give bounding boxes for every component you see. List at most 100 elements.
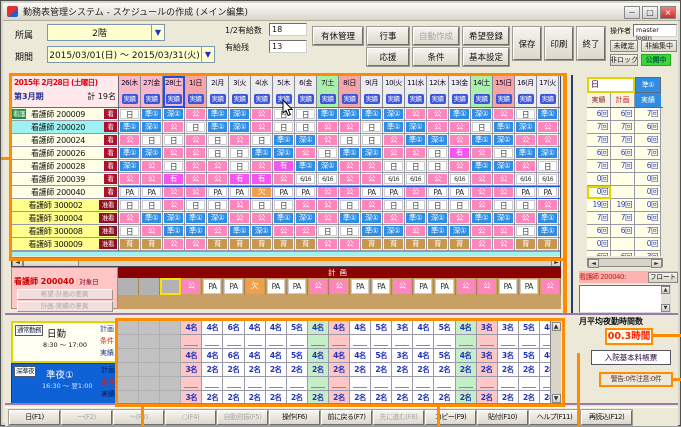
shift-cell[interactable]: 深① <box>537 147 559 160</box>
shift-cell[interactable]: 日 <box>449 199 471 212</box>
shift-cell[interactable]: 深① <box>141 147 163 160</box>
staff-row-label[interactable]: 看護師 200040 看 <box>12 186 119 199</box>
shift-cell[interactable]: 公 <box>493 108 515 121</box>
shift-cell[interactable]: 日 <box>251 134 273 147</box>
date-column-header[interactable]: 3(火 実績 <box>229 76 251 108</box>
shift-cell[interactable]: 公 <box>515 212 537 225</box>
shift-cell[interactable]: 公 <box>207 225 229 238</box>
hospital-report-button[interactable]: 入院基本料帳票 <box>591 350 671 365</box>
shift-cell[interactable]: PA <box>427 186 449 199</box>
fn-button[interactable]: 貼付(F10) <box>477 409 528 425</box>
plan-cell[interactable]: 公 <box>477 278 498 295</box>
shift-cell[interactable]: 育 <box>251 238 273 251</box>
shift-cell[interactable]: 深① <box>427 212 449 225</box>
status-not-editing[interactable]: 非編集中 <box>641 40 677 52</box>
shift-cell[interactable]: 育 <box>449 238 471 251</box>
paid-mgmt-button[interactable]: 有休管理 <box>313 27 363 45</box>
shift-cell[interactable]: 6/16 <box>317 173 339 186</box>
shift-cell[interactable]: 公 <box>295 199 317 212</box>
shift-cell[interactable]: 有 <box>449 147 471 160</box>
staff-row-label[interactable]: 看護師 200024 看 <box>12 134 119 147</box>
shift-cell[interactable]: 準① <box>383 121 405 134</box>
plan-cell[interactable] <box>118 278 140 295</box>
shift-cell[interactable]: 日 <box>383 199 405 212</box>
shift-cell[interactable]: 公 <box>427 173 449 186</box>
shift-cell[interactable]: 公 <box>207 173 229 186</box>
shift-cell[interactable]: 深① <box>163 212 185 225</box>
chevron-down-icon[interactable]: ▼ <box>201 47 214 62</box>
panel-splitter[interactable] <box>571 75 573 313</box>
shift-cell[interactable]: 準① <box>163 225 185 238</box>
period-dropdown[interactable]: 2015/03/01(日) ～ 2015/03/31(火) ▼ <box>47 46 215 63</box>
shift-cell[interactable]: 日 <box>185 199 207 212</box>
shift-cell[interactable]: 6/16 <box>295 173 317 186</box>
date-column-header[interactable]: 7(土 実績 <box>317 76 339 108</box>
shift-cell[interactable]: 日 <box>273 121 295 134</box>
plan-cell[interactable] <box>160 278 182 295</box>
shift-cell[interactable]: 育 <box>559 238 560 251</box>
shift-cell[interactable]: 公 <box>339 186 361 199</box>
shift-cell[interactable]: 準① <box>361 108 383 121</box>
date-column-header[interactable]: 28(土 実績 <box>163 76 185 108</box>
date-column-header[interactable]: 8(日 実績 <box>339 76 361 108</box>
shift-cell[interactable]: 日 <box>493 147 515 160</box>
count-header-semi-night[interactable]: 準① <box>635 77 661 93</box>
shift-cell[interactable]: 6/16 <box>449 173 471 186</box>
shift-cell[interactable]: 日 <box>361 134 383 147</box>
shift-cell[interactable]: 公 <box>405 147 427 160</box>
date-column-header[interactable]: 26(木 実績 <box>119 76 141 108</box>
shift-cell[interactable]: 公 <box>185 186 207 199</box>
shift-cell[interactable]: PA <box>207 186 229 199</box>
shift-cell[interactable]: 準① <box>515 147 537 160</box>
plan-cell[interactable] <box>139 278 161 295</box>
shift-cell[interactable]: 準① <box>471 160 493 173</box>
shift-cell[interactable]: 公 <box>559 121 560 134</box>
date-column-header[interactable]: 27(金 実績 <box>141 76 163 108</box>
shift-cell[interactable]: 公 <box>471 173 493 186</box>
staff-row-label[interactable]: 看護師 300008 准看 <box>12 225 119 238</box>
shift-cell[interactable]: 公 <box>251 160 273 173</box>
shift-cell[interactable]: 公 <box>537 199 559 212</box>
shift-cell[interactable]: 公 <box>339 121 361 134</box>
date-column-header[interactable]: 2(月 実績 <box>207 76 229 108</box>
fn-button[interactable]: ヘルプ(F11) <box>529 409 580 425</box>
shift-cell[interactable]: 深① <box>471 108 493 121</box>
shift-cell[interactable]: 準① <box>229 225 251 238</box>
date-column-header[interactable]: 14(土 実績 <box>471 76 493 108</box>
shift-cell[interactable]: 日 <box>295 121 317 134</box>
shift-cell[interactable]: 日 <box>339 199 361 212</box>
shift-cell[interactable]: 6/16 <box>383 173 405 186</box>
shift-cell[interactable]: 深① <box>273 147 295 160</box>
roster-horizontal-scrollbar[interactable]: ◄ ► <box>12 257 560 266</box>
shift-cell[interactable]: 準① <box>471 212 493 225</box>
plan-cell[interactable]: PA <box>519 278 540 295</box>
plan-cell[interactable]: 公 <box>181 278 203 295</box>
shift-cell[interactable]: 公 <box>273 225 295 238</box>
shift-cell[interactable]: PA <box>119 186 141 199</box>
plan-cell[interactable]: PA <box>498 278 519 295</box>
shift-cell[interactable]: 育 <box>141 238 163 251</box>
shift-cell[interactable]: 日 <box>515 225 537 238</box>
shift-cell[interactable]: 深① <box>251 225 273 238</box>
date-column-header[interactable]: 16(月 実績 <box>515 76 537 108</box>
plan-cell[interactable]: PA <box>371 278 393 295</box>
shift-cell[interactable]: PA <box>537 186 559 199</box>
shift-cell[interactable]: 育 <box>229 238 251 251</box>
shift-cell[interactable]: 公 <box>229 199 251 212</box>
scroll-down-icon[interactable]: ▼ <box>551 394 561 403</box>
shift-cell[interactable]: 公 <box>295 147 317 160</box>
shift-cell[interactable]: 準① <box>493 121 515 134</box>
shift-cell[interactable]: 公 <box>471 186 493 199</box>
scroll-down-icon[interactable]: ▼ <box>661 304 670 312</box>
shift-cell[interactable]: 公 <box>471 238 493 251</box>
exit-button[interactable]: 終了 <box>577 27 605 60</box>
plan-cell[interactable]: 欠 <box>245 278 266 295</box>
shift-cell[interactable]: 日 <box>207 199 229 212</box>
shift-cell[interactable]: 公 <box>251 108 273 121</box>
date-column-header[interactable]: 17(火 実績 <box>537 76 559 108</box>
shift-cell[interactable]: 準① <box>317 108 339 121</box>
shift-cell[interactable]: 日 <box>339 225 361 238</box>
memo-textarea[interactable]: ▲ ▼ <box>579 285 671 313</box>
shift-cell[interactable]: 日 <box>273 199 295 212</box>
wish-register-button[interactable]: 希望登録 <box>463 27 509 45</box>
